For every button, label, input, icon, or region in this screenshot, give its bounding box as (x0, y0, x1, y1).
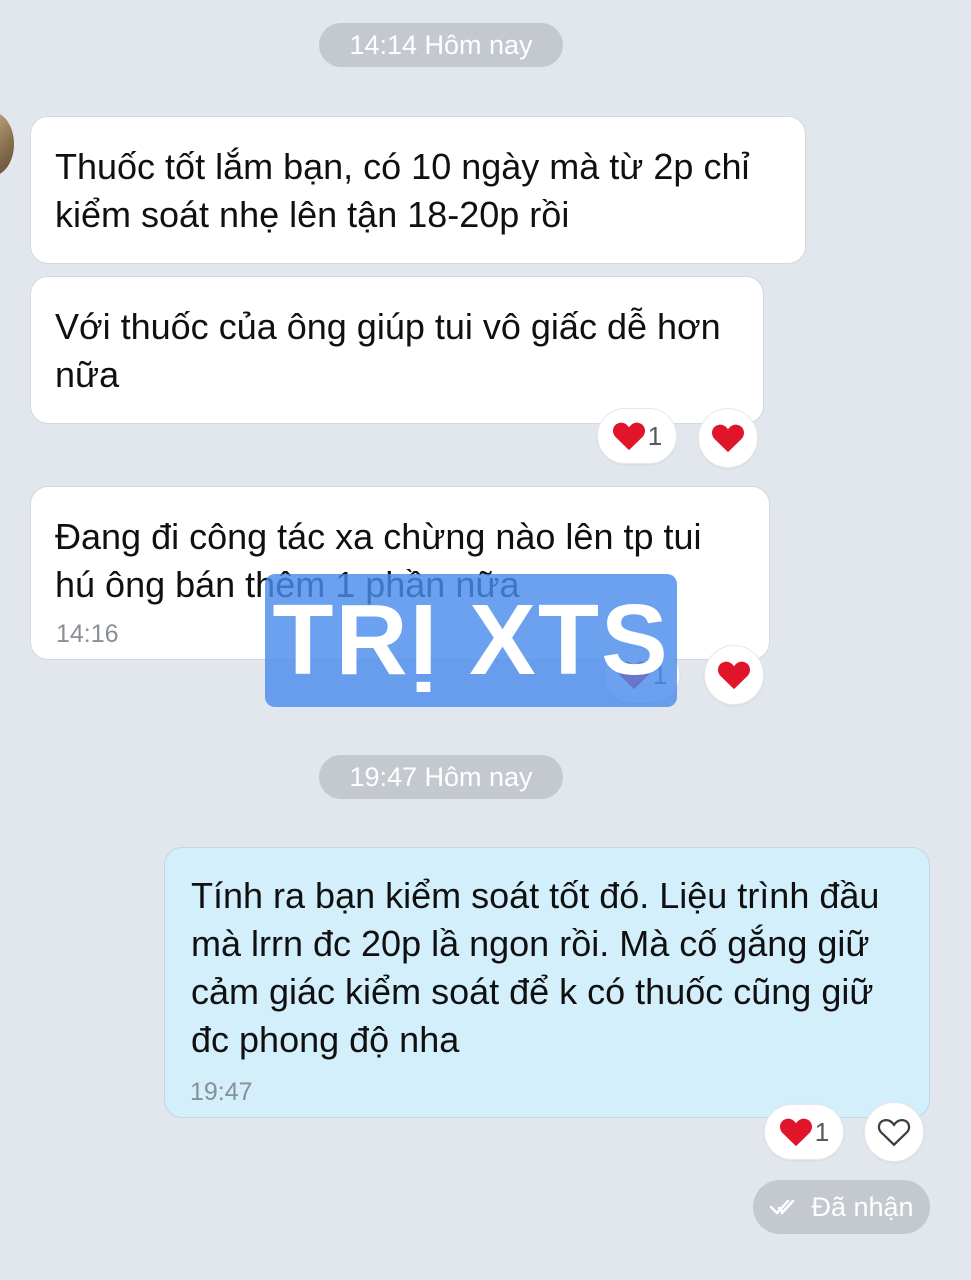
sender-avatar[interactable] (0, 112, 14, 176)
time-divider: 19:47 Hôm nay (319, 755, 563, 799)
react-button[interactable] (864, 1102, 924, 1162)
reaction-count: 1 (814, 1116, 830, 1147)
react-button[interactable] (704, 645, 764, 705)
reaction-summary[interactable]: 1 (597, 408, 677, 464)
watermark-label: TRỊ XTS (265, 574, 677, 707)
message-bubble-incoming[interactable]: Thuốc tốt lắm bạn, có 10 ngày mà từ 2p c… (30, 116, 806, 264)
reaction-count: 1 (647, 420, 663, 451)
message-bubble-outgoing[interactable]: Tính ra bạn kiểm soát tốt đó. Liệu trình… (164, 847, 930, 1118)
heart-icon (612, 422, 645, 451)
double-check-icon (770, 1199, 795, 1215)
message-text: Tính ra bạn kiểm soát tốt đó. Liệu trình… (191, 875, 880, 1060)
message-text: Với thuốc của ông giúp tui vô giấc dễ hơ… (55, 306, 721, 395)
message-bubble-incoming[interactable]: Với thuốc của ông giúp tui vô giấc dễ hơ… (30, 276, 764, 424)
heart-icon (711, 424, 745, 453)
reaction-summary[interactable]: 1 (764, 1104, 844, 1160)
delivery-status-label: Đã nhận (811, 1191, 914, 1222)
message-time: 19:47 (190, 1078, 253, 1106)
message-time: 14:16 (56, 620, 119, 648)
heart-outline-icon (877, 1118, 911, 1147)
heart-icon (717, 661, 751, 690)
heart-icon (779, 1118, 812, 1147)
react-button[interactable] (698, 408, 758, 468)
message-text: Thuốc tốt lắm bạn, có 10 ngày mà từ 2p c… (55, 146, 750, 235)
time-divider: 14:14 Hôm nay (319, 23, 563, 67)
delivery-status: Đã nhận (753, 1180, 930, 1234)
